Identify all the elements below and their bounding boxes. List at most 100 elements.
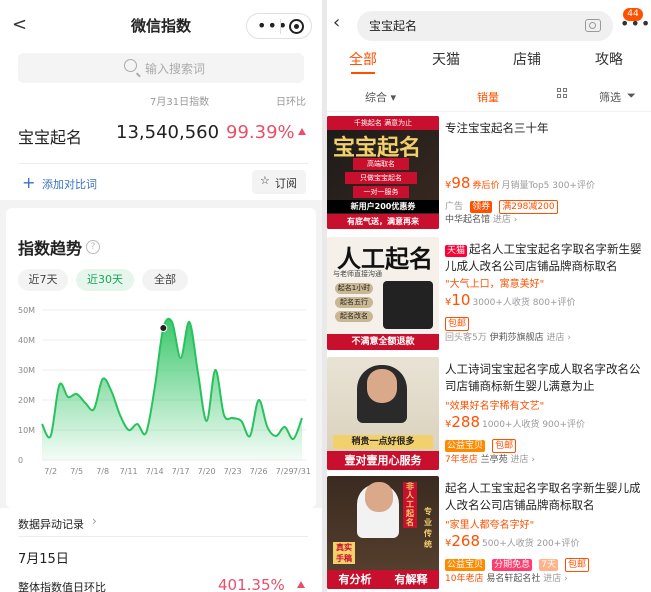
trend-chart: 010M20M30M40M50M 7/2 7/5 7/8 7/11 7/14 7/17 7/… (18, 306, 311, 476)
product-card[interactable]: 人工起名 与老师直接沟通 起名1小时 起名五行 起名改名 不满意全额退款 天猫起… (327, 237, 651, 355)
product-slogan: "效果好名字稀有文艺" (445, 401, 545, 412)
product-tags: 公益宝贝 包邮 (445, 433, 518, 453)
tab-shops[interactable]: 店铺 (513, 49, 541, 69)
enter-shop-link[interactable]: 进店 (511, 455, 529, 465)
product-tags: 包邮 (445, 311, 471, 331)
product-image[interactable]: 人工起名 与老师直接沟通 起名1小时 起名五行 起名改名 不满意全额退款 (327, 237, 439, 350)
abnormal-date: 7月15日 (18, 552, 69, 567)
range-7d-button[interactable]: 近7天 (18, 269, 68, 291)
thumb-text: 不满意全额退款 (327, 334, 439, 350)
x-tick-label: 7/23 (224, 467, 242, 476)
enter-shop-link[interactable]: 进店 (547, 333, 565, 343)
nav-header: < 微信指数 ••• (0, 0, 322, 50)
more-icon[interactable]: ••• (257, 16, 288, 35)
search-placeholder: 输入搜索词 (145, 62, 206, 76)
price-value: 288 (451, 413, 481, 431)
filter-icon[interactable]: ⏷ (627, 89, 636, 103)
x-tick-label: 7/14 (146, 467, 164, 476)
product-title[interactable]: 专注宝宝起名三十年 (445, 120, 645, 137)
chart-marker-dot (159, 324, 168, 332)
y-tick-label: 10M (18, 426, 35, 435)
screenshot-root: < 微信指数 ••• 输入搜索词 7月31日指数 日环比 宝宝起名 13,540… (0, 0, 651, 592)
grid-view-icon[interactable] (557, 88, 568, 99)
back-icon[interactable]: ‹ (333, 12, 340, 33)
x-tick-label: 7/2 (44, 467, 57, 476)
abnormal-record-title[interactable]: 数据异动记录 (18, 516, 84, 532)
thumb-text: 有分析 (327, 570, 383, 589)
message-count-badge: 44 (623, 8, 643, 21)
product-card[interactable]: 非人工起名 专业传统 真实手稿 有分析 有解释 起名人工宝宝起名字取名字新生婴儿… (327, 476, 651, 592)
subscribe-label: 订阅 (275, 177, 297, 190)
keyword-name: 宝宝起名 (18, 128, 83, 147)
thumb-text: 稍贵一点好很多 (333, 435, 433, 449)
product-meta: 3000+人收货 800+评价 (472, 298, 576, 308)
x-tick-label: 7/8 (96, 467, 109, 476)
sort-sales[interactable]: 销量 (477, 89, 499, 105)
divider (18, 163, 308, 164)
product-tags: 公益宝贝 分期免息 7天 包邮 (445, 552, 591, 572)
product-title[interactable]: 人工诗词宝宝起名字成人取名字改名公司店铺商标新生婴儿满意为止 (445, 361, 645, 395)
search-input[interactable]: 输入搜索词 (18, 53, 304, 83)
active-tab-indicator (351, 72, 375, 74)
chevron-right-icon[interactable]: › (92, 514, 97, 528)
date-bar: 7月31日指数 日环比 (0, 93, 322, 108)
sort-comprehensive[interactable]: 综合 ▾ (365, 89, 396, 105)
shop-info[interactable]: 10年老店 易名轩起名社 进店 › (445, 571, 568, 584)
shop-name: 中华起名馆 (445, 215, 491, 225)
thumb-text: 千挑起名 满意为止 (327, 116, 439, 130)
x-tick-label: 7/29 (276, 467, 294, 476)
enter-shop-link[interactable]: 进店 (543, 574, 561, 584)
product-title[interactable]: 起名人工宝宝起名字取名字新生婴儿成人改名公司店铺品牌商标取名 (445, 480, 645, 514)
help-icon[interactable]: ? (86, 240, 100, 254)
filter-button[interactable]: 筛选 (599, 89, 621, 105)
x-tick-label: 7/26 (250, 467, 268, 476)
camera-icon[interactable] (585, 19, 601, 32)
shop-info[interactable]: 中华起名馆 进店 › (445, 212, 517, 225)
capsule-divider (280, 19, 281, 34)
shop-name: 兰亭苑 (480, 455, 508, 465)
range-all-button[interactable]: 全部 (142, 269, 188, 291)
y-tick-label: 30M (18, 366, 35, 375)
product-image[interactable]: 稍贵一点好很多 壹对壹用心服务 (327, 357, 439, 470)
plus-icon: + (22, 173, 36, 192)
thumb-text: 有底气送，满意再来 (327, 214, 439, 229)
tab-guides[interactable]: 攻略 (595, 49, 623, 69)
product-card[interactable]: 稍贵一点好很多 壹对壹用心服务 人工诗词宝宝起名字成人取名字改名公司店铺商标新生… (327, 357, 651, 475)
tmall-tag: 天猫 (445, 245, 468, 257)
tab-tmall[interactable]: 天猫 (432, 49, 460, 69)
product-card[interactable]: 千挑起名 满意为止 宝宝起名 高端取名 只做宝宝起名 一对一服务 新用户200优… (327, 116, 651, 234)
tab-all[interactable]: 全部 (349, 49, 377, 69)
thumb-text: 只做宝宝起名 (345, 172, 417, 184)
shop-badge: 10年老店 (445, 574, 484, 584)
thumb-text: 壹对壹用心服务 (327, 451, 439, 470)
shop-info[interactable]: 回头客5万 伊莉莎旗舰店 进店 › (445, 330, 571, 343)
thumb-text: 专业传统 (424, 507, 432, 549)
subscribe-button[interactable]: ☆ 订阅 (252, 170, 306, 194)
person-face (367, 369, 397, 403)
product-image[interactable]: 非人工起名 专业传统 真实手稿 有分析 有解释 (327, 476, 439, 589)
product-title-text: 起名人工宝宝起名字取名字新生婴儿成人改名公司店铺品牌商标取名 (445, 242, 642, 273)
price-value: 268 (451, 532, 481, 550)
abnormal-pct: 401.35% (218, 576, 285, 592)
product-title[interactable]: 天猫 起名人工宝宝起名字取名字新生婴儿成人改名公司店铺品牌商标取名 (445, 241, 645, 275)
miniapp-capsule: ••• (246, 13, 312, 39)
product-slogan: "大气上口，寓意美好" (445, 279, 545, 290)
chart-x-axis: 7/2 7/5 7/8 7/11 7/14 7/17 7/20 7/23 7/26 7/29 7/3… (44, 467, 311, 476)
range-30d-button[interactable]: 近30天 (76, 269, 134, 291)
abnormal-record-section: 数据异动记录 › 7月15日 整体指数值日环比 401.35% (0, 508, 322, 592)
sort-bar: 综合 ▾ 销量 筛选 ⏷ (327, 80, 651, 112)
x-tick-label: 7/17 (172, 467, 190, 476)
product-image[interactable]: 千挑起名 满意为止 宝宝起名 高端取名 只做宝宝起名 一对一服务 新用户200优… (327, 116, 439, 229)
product-meta: 1000+人收货 900+评价 (482, 420, 586, 430)
shop-info[interactable]: 7年老店 兰亭苑 进店 › (445, 452, 535, 465)
search-bar[interactable]: 宝宝起名 (357, 11, 613, 41)
shop-name: 易名轩起名社 (486, 574, 541, 584)
product-meta: 500+人收货 200+评价 (482, 539, 580, 549)
close-miniapp-icon[interactable] (289, 19, 304, 34)
calligraphy-image (383, 281, 433, 329)
thumb-text: 起名改名 (335, 311, 373, 322)
enter-shop-link[interactable]: 进店 (493, 215, 511, 225)
add-compare-button[interactable]: 添加对比词 (42, 176, 97, 192)
shop-badge: 7年老店 (445, 455, 478, 465)
thumb-text: 非人工起名 (403, 482, 417, 528)
